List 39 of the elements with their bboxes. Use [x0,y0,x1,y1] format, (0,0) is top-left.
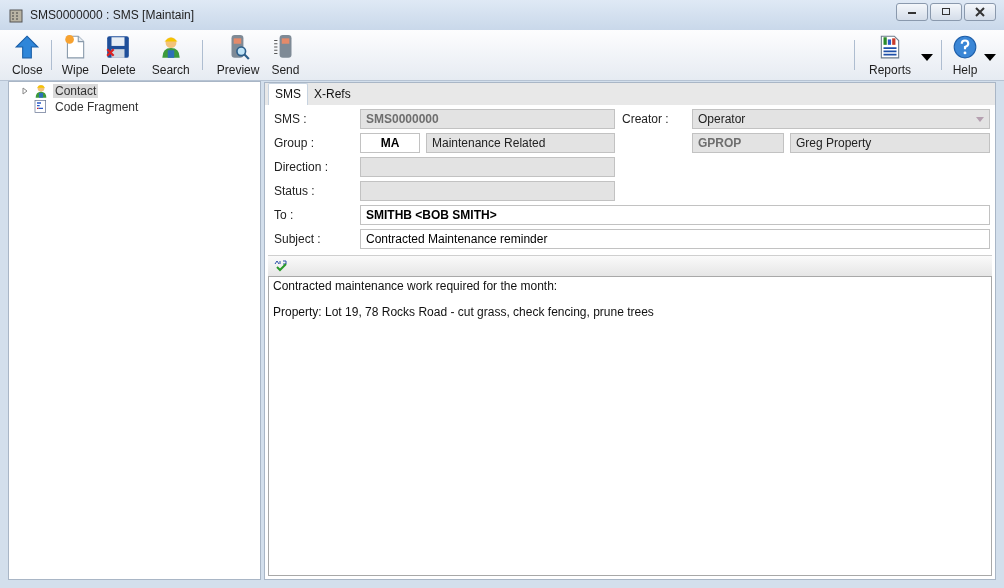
input-field[interactable]: MA [360,133,420,153]
close-button[interactable] [964,3,996,21]
minimize-button[interactable] [896,3,928,21]
field-label: Status : [274,184,316,198]
field-label: Creator : [622,112,670,126]
building-icon [8,7,24,23]
toolbar-button[interactable]: Reports [860,30,919,80]
toolbar-button[interactable]: Help [948,30,982,80]
field-label: Subject : [274,232,322,246]
up-arrow-icon [14,34,41,60]
field-label: Group : [274,136,316,150]
toolbar-button[interactable]: Preview [208,30,268,80]
code-icon [33,99,49,115]
tab[interactable]: SMS [268,83,308,105]
input-field[interactable]: Contracted Maintenance reminder [360,229,990,249]
caret-icon[interactable] [921,53,933,61]
message-field[interactable]: Contracted maintenance work required for the month: Property: Lot 19, 78 Rocks Road - cut grass, check fencing, prune trees [268,276,992,576]
toolbar-button[interactable]: Send [267,30,304,80]
person-icon [33,83,49,99]
toolbar-button[interactable]: Search [143,30,198,80]
maximize-button[interactable] [930,3,962,21]
dropdown-arrow-icon [976,116,984,122]
field-label: To : [274,208,295,222]
tree-item[interactable]: Contact [53,84,99,98]
field-label: Direction : [274,160,330,174]
toolbar-button[interactable]: Delete [93,30,144,80]
maximize-icon [941,7,951,17]
tree-item[interactable]: Code Fragment [53,100,141,114]
help-icon [952,34,978,60]
expand-arrow-icon[interactable] [21,87,29,95]
field-label: SMS : [274,112,308,126]
tab[interactable]: X-Refs [308,84,357,105]
close-icon [975,7,985,17]
spell-check-icon[interactable] [274,260,288,272]
caret-icon[interactable] [984,53,996,61]
input-field[interactable]: SMITHB <BOB SMITH> [360,205,990,225]
toolbar-button[interactable]: Wipe [57,30,94,80]
toolbar-button[interactable]: Close [8,30,47,80]
window-title: SMS0000000 : SMS [Maintain] [30,8,196,22]
